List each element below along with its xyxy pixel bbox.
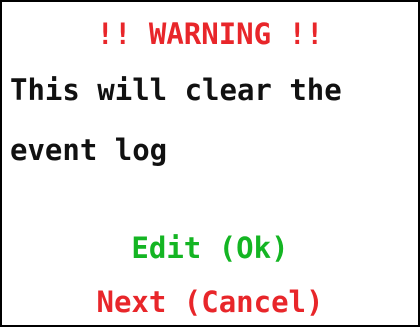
message-line-2: event log [10, 133, 168, 167]
warning-title: !! WARNING !! [96, 17, 324, 51]
message-line-1: This will clear the [10, 73, 342, 107]
warning-dialog: !! WARNING !! This will clear the event … [0, 0, 420, 327]
ok-button[interactable]: Edit (Ok) [2, 234, 418, 263]
cancel-button[interactable]: Next (Cancel) [2, 288, 418, 317]
